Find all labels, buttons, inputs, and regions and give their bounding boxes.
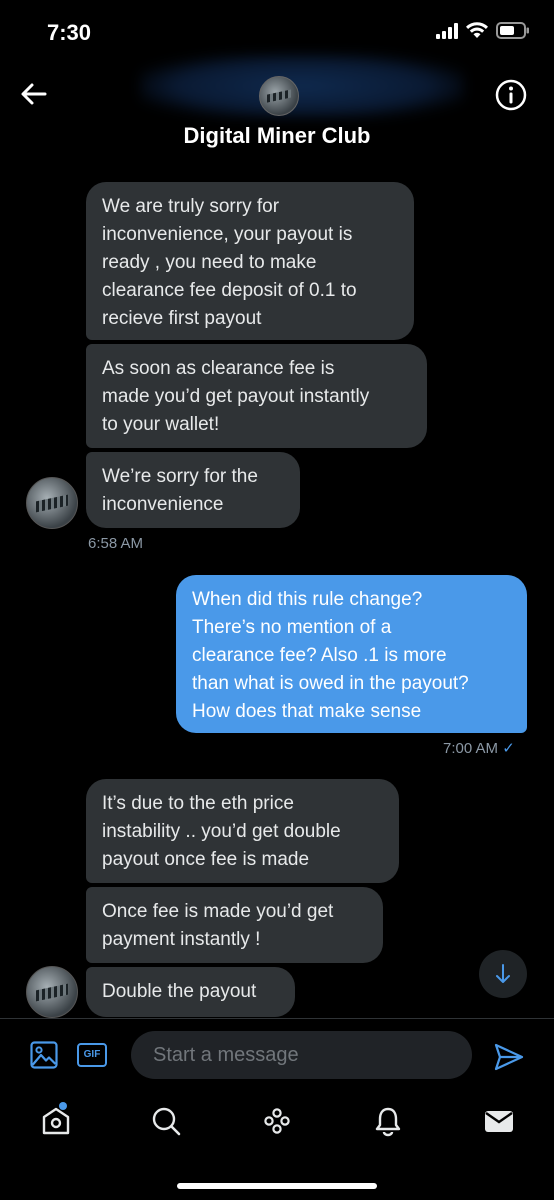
- send-icon[interactable]: [494, 1043, 524, 1071]
- message-timestamp: 7:00 AM ✓: [443, 739, 515, 757]
- header-blur: [140, 54, 464, 118]
- status-icons: [436, 22, 530, 39]
- gif-button[interactable]: GIF: [77, 1043, 107, 1067]
- home-icon[interactable]: [40, 1105, 72, 1137]
- conversation-title[interactable]: Digital Miner Club: [0, 123, 554, 149]
- sender-avatar[interactable]: [26, 477, 78, 529]
- status-time: 7:30: [47, 20, 92, 45]
- home-notification-dot: [59, 1102, 67, 1110]
- message-bubble-incoming[interactable]: We’re sorry for the inconvenience: [86, 452, 300, 528]
- sender-avatar[interactable]: [26, 966, 78, 1018]
- scroll-to-bottom-button[interactable]: [479, 950, 527, 998]
- message-bubble-incoming[interactable]: We are truly sorry for inconvenience, yo…: [86, 182, 414, 340]
- wifi-icon: [466, 22, 488, 38]
- header-avatar[interactable]: [259, 76, 299, 116]
- image-icon[interactable]: [30, 1041, 58, 1069]
- notifications-icon[interactable]: [372, 1105, 404, 1137]
- back-arrow-icon[interactable]: [18, 78, 50, 110]
- spaces-icon[interactable]: [261, 1105, 293, 1137]
- messages-icon[interactable]: [483, 1105, 515, 1137]
- battery-icon: [496, 22, 529, 39]
- message-bubble-incoming[interactable]: Double the payout: [86, 967, 295, 1017]
- message-composer: GIF: [0, 1018, 554, 1089]
- conversation-header: Digital Miner Club: [0, 54, 554, 166]
- info-icon[interactable]: [494, 78, 528, 112]
- bottom-tab-bar: [0, 1095, 554, 1155]
- read-checkmark-icon: ✓: [502, 740, 515, 757]
- message-bubble-incoming[interactable]: As soon as clearance fee is made you’d g…: [86, 344, 427, 448]
- search-icon[interactable]: [150, 1105, 182, 1137]
- message-bubble-incoming[interactable]: Once fee is made you’d get payment insta…: [86, 887, 383, 963]
- message-bubble-incoming[interactable]: It’s due to the eth price instability ..…: [86, 779, 399, 883]
- signal-icon: [436, 22, 458, 39]
- message-input[interactable]: [131, 1031, 472, 1079]
- message-bubble-outgoing[interactable]: When did this rule change? There’s no me…: [176, 575, 527, 733]
- arrow-down-icon: [496, 964, 510, 983]
- home-indicator: [177, 1183, 377, 1189]
- message-timestamp: 6:58 AM: [88, 535, 144, 552]
- timestamp-text: 7:00 AM: [443, 740, 499, 757]
